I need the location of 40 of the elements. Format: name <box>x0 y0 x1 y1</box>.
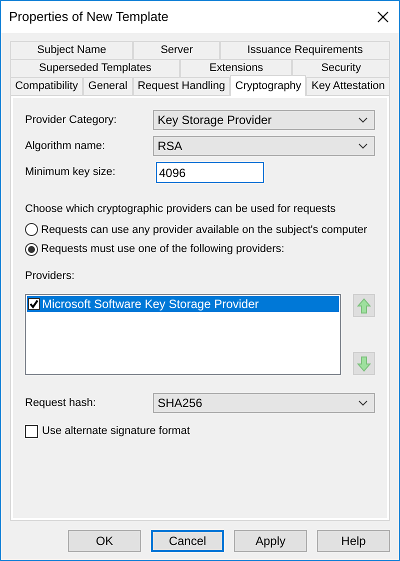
dropdown[interactable]: Key Storage Provider <box>152 110 375 130</box>
tab[interactable]: Extensions <box>180 59 292 77</box>
tab[interactable]: Security <box>292 59 390 77</box>
dialog-button[interactable]: Help <box>317 530 390 552</box>
dropdown[interactable]: RSA <box>152 136 375 156</box>
dialog-button[interactable]: Apply <box>234 530 307 552</box>
tab[interactable]: Key Attestation <box>306 77 390 95</box>
tab[interactable]: General <box>83 77 133 95</box>
caret-icon <box>358 117 368 123</box>
checkbox[interactable] <box>28 298 40 310</box>
radio-label: Requests must use one of the following providers: <box>41 242 284 257</box>
down-arrow-icon <box>357 356 371 372</box>
tab[interactable]: Request Handling <box>132 77 230 95</box>
tab[interactable]: Issuance Requirements <box>220 41 390 59</box>
window-title: Properties of New Template <box>9 8 168 26</box>
field-label: Provider Category: <box>25 112 118 128</box>
tab[interactable]: Subject Name <box>10 41 134 59</box>
up-arrow-icon <box>357 298 371 314</box>
radio-button[interactable] <box>25 223 38 236</box>
input-field[interactable]: 4096 <box>156 162 264 183</box>
radio-label: Requests can use any provider available on the subject's computer <box>41 222 368 238</box>
dialog-button[interactable]: OK <box>68 530 141 552</box>
field-label: Minimum key size: <box>25 165 116 180</box>
tab[interactable]: Server <box>133 41 220 59</box>
caret-icon <box>358 400 368 406</box>
dialog-button[interactable]: Cancel <box>151 530 224 552</box>
field-label: Algorithm name: <box>25 138 106 154</box>
checkbox[interactable] <box>25 424 38 438</box>
dropdown[interactable]: SHA256 <box>152 393 375 413</box>
providers-label: Providers: <box>25 268 76 284</box>
checkbox-label: Use alternate signature format <box>42 424 190 439</box>
list-item[interactable]: Microsoft Software Key Storage Provider <box>27 296 339 312</box>
tab[interactable]: Superseded Templates <box>10 59 180 77</box>
tab[interactable]: Cryptography <box>230 75 306 96</box>
instruction-text: Choose which cryptographic providers can be used for requests <box>25 202 337 217</box>
radio-button[interactable] <box>25 242 38 256</box>
caret-icon <box>358 143 368 149</box>
close-icon[interactable] <box>377 11 389 23</box>
field-label: Request hash: <box>25 396 97 411</box>
tab[interactable]: Compatibility <box>10 77 84 95</box>
